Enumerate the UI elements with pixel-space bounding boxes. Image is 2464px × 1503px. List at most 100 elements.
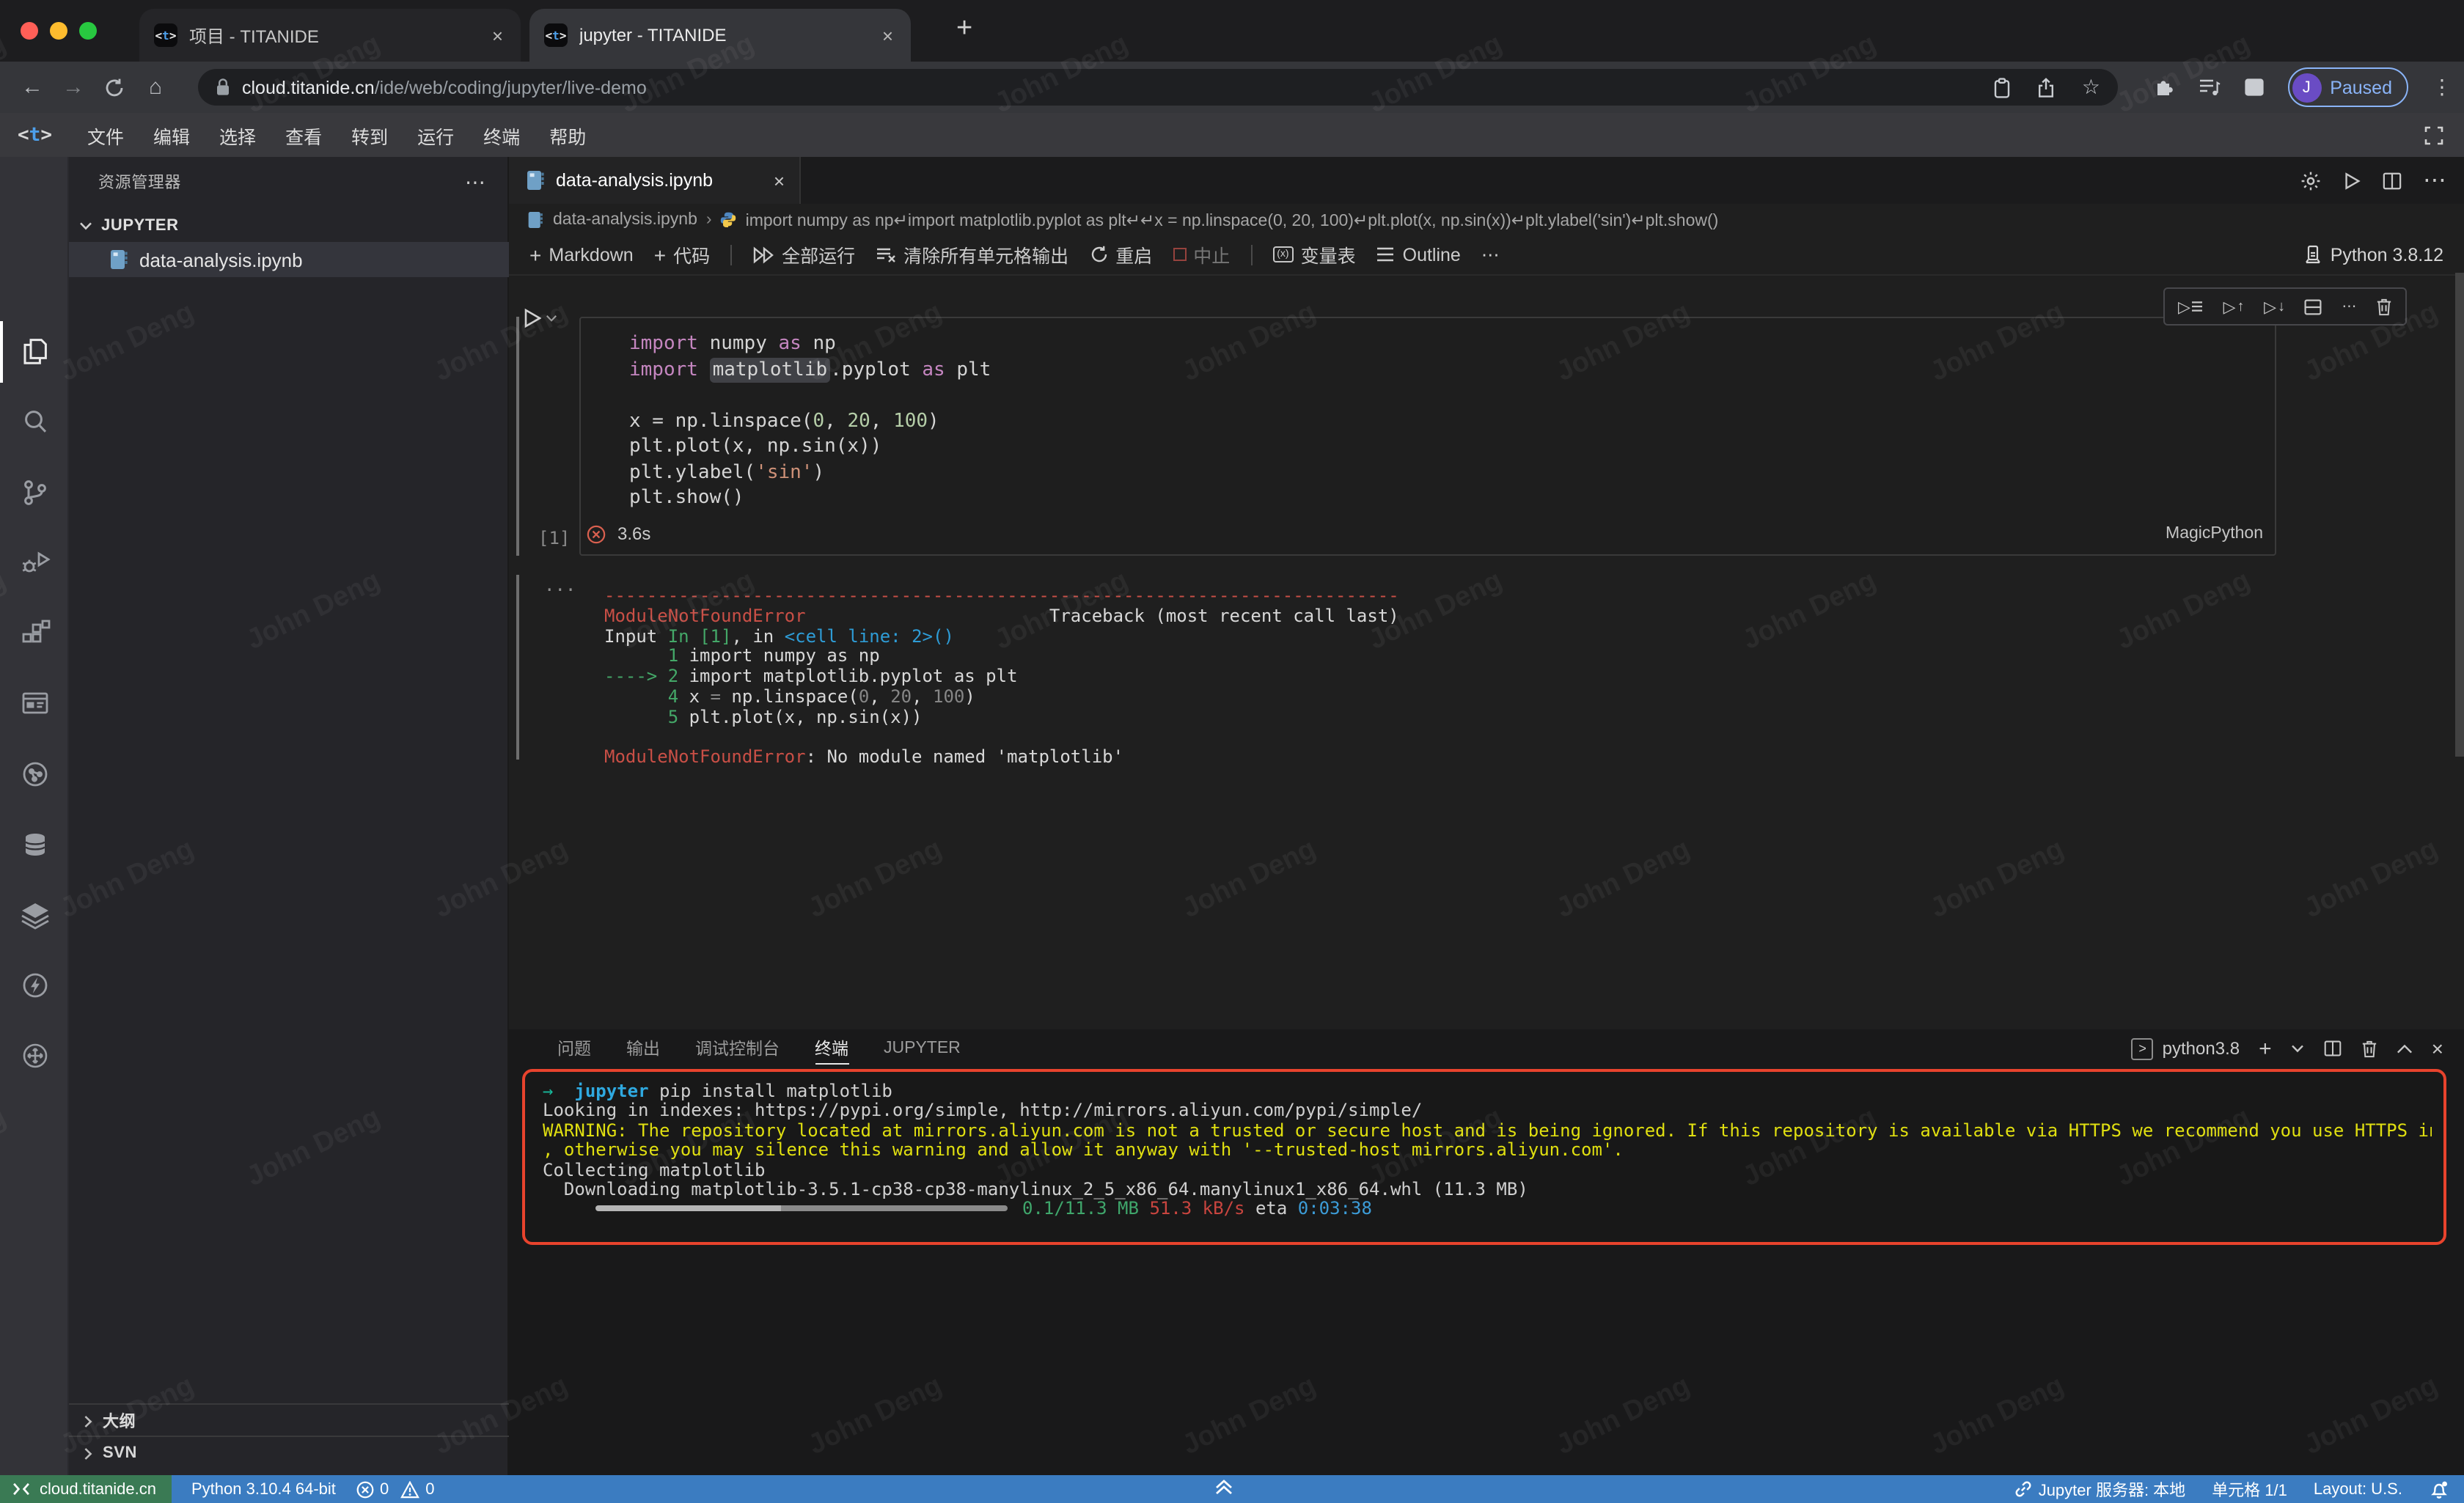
side-panel-icon[interactable] [2243, 78, 2264, 97]
add-markdown-button[interactable]: +Markdown [529, 243, 634, 266]
outline-button[interactable]: Outline [1376, 244, 1461, 265]
split-cell-icon[interactable] [2305, 298, 2322, 315]
breadcrumb-code[interactable]: import numpy as np↵import matplotlib.pyp… [746, 209, 1719, 229]
panel-tab-4[interactable]: JUPYTER [884, 1029, 961, 1067]
source-control-icon[interactable] [0, 459, 69, 526]
notebook-settings-gear-icon[interactable] [2300, 169, 2322, 191]
execute-row-icon[interactable]: ▷ [2178, 297, 2204, 316]
file-item-notebook[interactable]: data-analysis.ipynb [69, 242, 509, 277]
toolbar-more-icon[interactable]: ⋯ [1481, 243, 1500, 265]
bookmark-star-icon[interactable]: ☆ [2082, 75, 2100, 100]
forward-icon[interactable]: → [53, 75, 94, 100]
cell-position-indicator[interactable]: 单元格 1/1 [2212, 1477, 2287, 1501]
kill-terminal-icon[interactable] [2361, 1039, 2377, 1058]
close-tab-icon[interactable]: × [489, 24, 506, 46]
panel-tab-2[interactable]: 调试控制台 [695, 1029, 780, 1067]
close-tab-icon[interactable]: × [879, 24, 896, 46]
back-icon[interactable]: ← [12, 75, 53, 100]
menu-item-7[interactable]: 帮助 [535, 121, 601, 149]
run-cell-button[interactable] [524, 308, 557, 328]
window-zoom-button[interactable] [79, 22, 97, 40]
window-close-button[interactable] [21, 22, 38, 40]
breadcrumb[interactable]: data-analysis.ipynb › import numpy as np… [509, 204, 2464, 235]
address-bar[interactable]: cloud.titanide.cn/ide/web/coding/jupyter… [198, 69, 2118, 106]
panel-tab-0[interactable]: 问题 [557, 1029, 591, 1067]
run-all-button[interactable]: 全部运行 [752, 240, 855, 268]
cell-language-indicator[interactable]: MagicPython [2166, 525, 2263, 543]
cell-more-icon[interactable]: ⋯ [2342, 298, 2356, 315]
editor-tab-notebook[interactable]: data-analysis.ipynb × [509, 157, 801, 204]
split-terminal-icon[interactable] [2323, 1040, 2342, 1057]
terminal-selector[interactable]: > python3.8 [2132, 1037, 2240, 1059]
more-actions-icon[interactable]: ⋯ [2423, 166, 2446, 195]
close-tab-icon[interactable]: × [774, 169, 785, 191]
menu-item-0[interactable]: 文件 [73, 121, 139, 149]
run-debug-icon[interactable] [0, 529, 69, 597]
browser-profile[interactable]: J Paused [2287, 67, 2408, 107]
interrupt-button[interactable]: 中止 [1173, 240, 1230, 268]
run-below-icon[interactable]: ▷↓ [2264, 297, 2285, 316]
sidebar-section-大纲[interactable]: 大纲 [69, 1403, 509, 1437]
kernel-picker[interactable]: Python 3.8.12 [2304, 244, 2443, 265]
close-panel-icon[interactable]: × [2432, 1037, 2443, 1060]
sidebar-section-jupyter[interactable]: JUPYTER [69, 210, 509, 242]
window-minimize-button[interactable] [50, 22, 67, 40]
cell-code[interactable]: import numpy as npimport matplotlib.pypl… [629, 331, 991, 511]
section-label: JUPYTER [101, 217, 179, 235]
new-terminal-icon[interactable]: + [2259, 1036, 2272, 1061]
problems-indicator[interactable]: 0 0 [356, 1480, 435, 1498]
remote-indicator[interactable]: cloud.titanide.cn [0, 1475, 171, 1503]
sidebar-more-icon[interactable]: ⋯ [465, 169, 485, 194]
explorer-icon[interactable] [0, 318, 69, 386]
run-above-icon[interactable]: ▷↑ [2223, 297, 2245, 316]
menu-item-3[interactable]: 查看 [271, 121, 337, 149]
run-options-chevron-icon[interactable] [546, 314, 557, 323]
new-tab-button[interactable]: + [956, 13, 972, 45]
panel-tab-1[interactable]: 输出 [626, 1029, 660, 1067]
output-collapse-indicator[interactable]: ... [544, 575, 576, 595]
breadcrumb-file[interactable]: data-analysis.ipynb [553, 210, 697, 228]
delete-cell-icon[interactable] [2376, 297, 2392, 316]
menu-item-6[interactable]: 终端 [469, 121, 535, 149]
notifications-bell-icon[interactable] [2429, 1479, 2449, 1499]
terminal-dropdown-chevron-icon[interactable] [2291, 1044, 2304, 1053]
extensions-puzzle-icon[interactable] [2152, 76, 2174, 98]
panel-tab-3[interactable]: 终端 [815, 1029, 848, 1067]
browser-menu-icon[interactable]: ⋮ [2432, 75, 2452, 100]
live-share-icon[interactable] [0, 741, 69, 808]
browser-tab-1[interactable]: <t>jupyter - TITANIDE× [529, 9, 911, 62]
reload-icon[interactable] [94, 77, 135, 98]
browser-preview-icon[interactable] [0, 670, 69, 738]
database-icon[interactable] [0, 811, 69, 878]
run-icon[interactable] [2342, 171, 2361, 190]
menu-item-4[interactable]: 转到 [337, 121, 403, 149]
menu-item-1[interactable]: 编辑 [139, 121, 205, 149]
clear-outputs-button[interactable]: 清除所有单元格输出 [876, 240, 1068, 268]
fullscreen-icon[interactable] [2424, 126, 2443, 145]
jupyter-server-indicator[interactable]: Jupyter 服务器: 本地 [2014, 1477, 2186, 1501]
restart-button[interactable]: 重启 [1089, 240, 1152, 268]
menu-item-5[interactable]: 运行 [403, 121, 469, 149]
power-icon[interactable] [0, 952, 69, 1019]
extensions-icon[interactable] [0, 600, 69, 667]
split-editor-icon[interactable] [2382, 171, 2402, 190]
python-interpreter[interactable]: Python 3.10.4 64-bit [191, 1480, 336, 1498]
layers-icon[interactable] [0, 881, 69, 949]
share-icon[interactable] [2038, 77, 2056, 98]
maximize-panel-icon[interactable] [2397, 1043, 2413, 1054]
clipboard-icon[interactable] [1994, 77, 2012, 98]
add-code-button[interactable]: +代码 [654, 240, 710, 268]
browser-tab-0[interactable]: <t>项目 - TITANIDE× [139, 9, 521, 62]
spread-icon[interactable] [0, 1022, 69, 1089]
playlist-icon[interactable] [2198, 78, 2220, 97]
variables-button[interactable]: (x)变量表 [1272, 240, 1355, 268]
home-icon[interactable]: ⌂ [135, 75, 176, 100]
terminal-output[interactable]: → jupyter pip install matplotlibLooking … [543, 1082, 2432, 1220]
search-icon[interactable] [0, 389, 69, 456]
menu-item-2[interactable]: 选择 [205, 121, 271, 149]
code-cell[interactable]: import numpy as npimport matplotlib.pypl… [579, 317, 2276, 556]
editor-scrollbar[interactable] [2455, 273, 2464, 757]
sidebar-section-SVN[interactable]: SVN [69, 1436, 509, 1469]
keyboard-layout-indicator[interactable]: Layout: U.S. [2314, 1480, 2402, 1498]
restore-panel-chevrons-icon[interactable] [1214, 1478, 1233, 1496]
